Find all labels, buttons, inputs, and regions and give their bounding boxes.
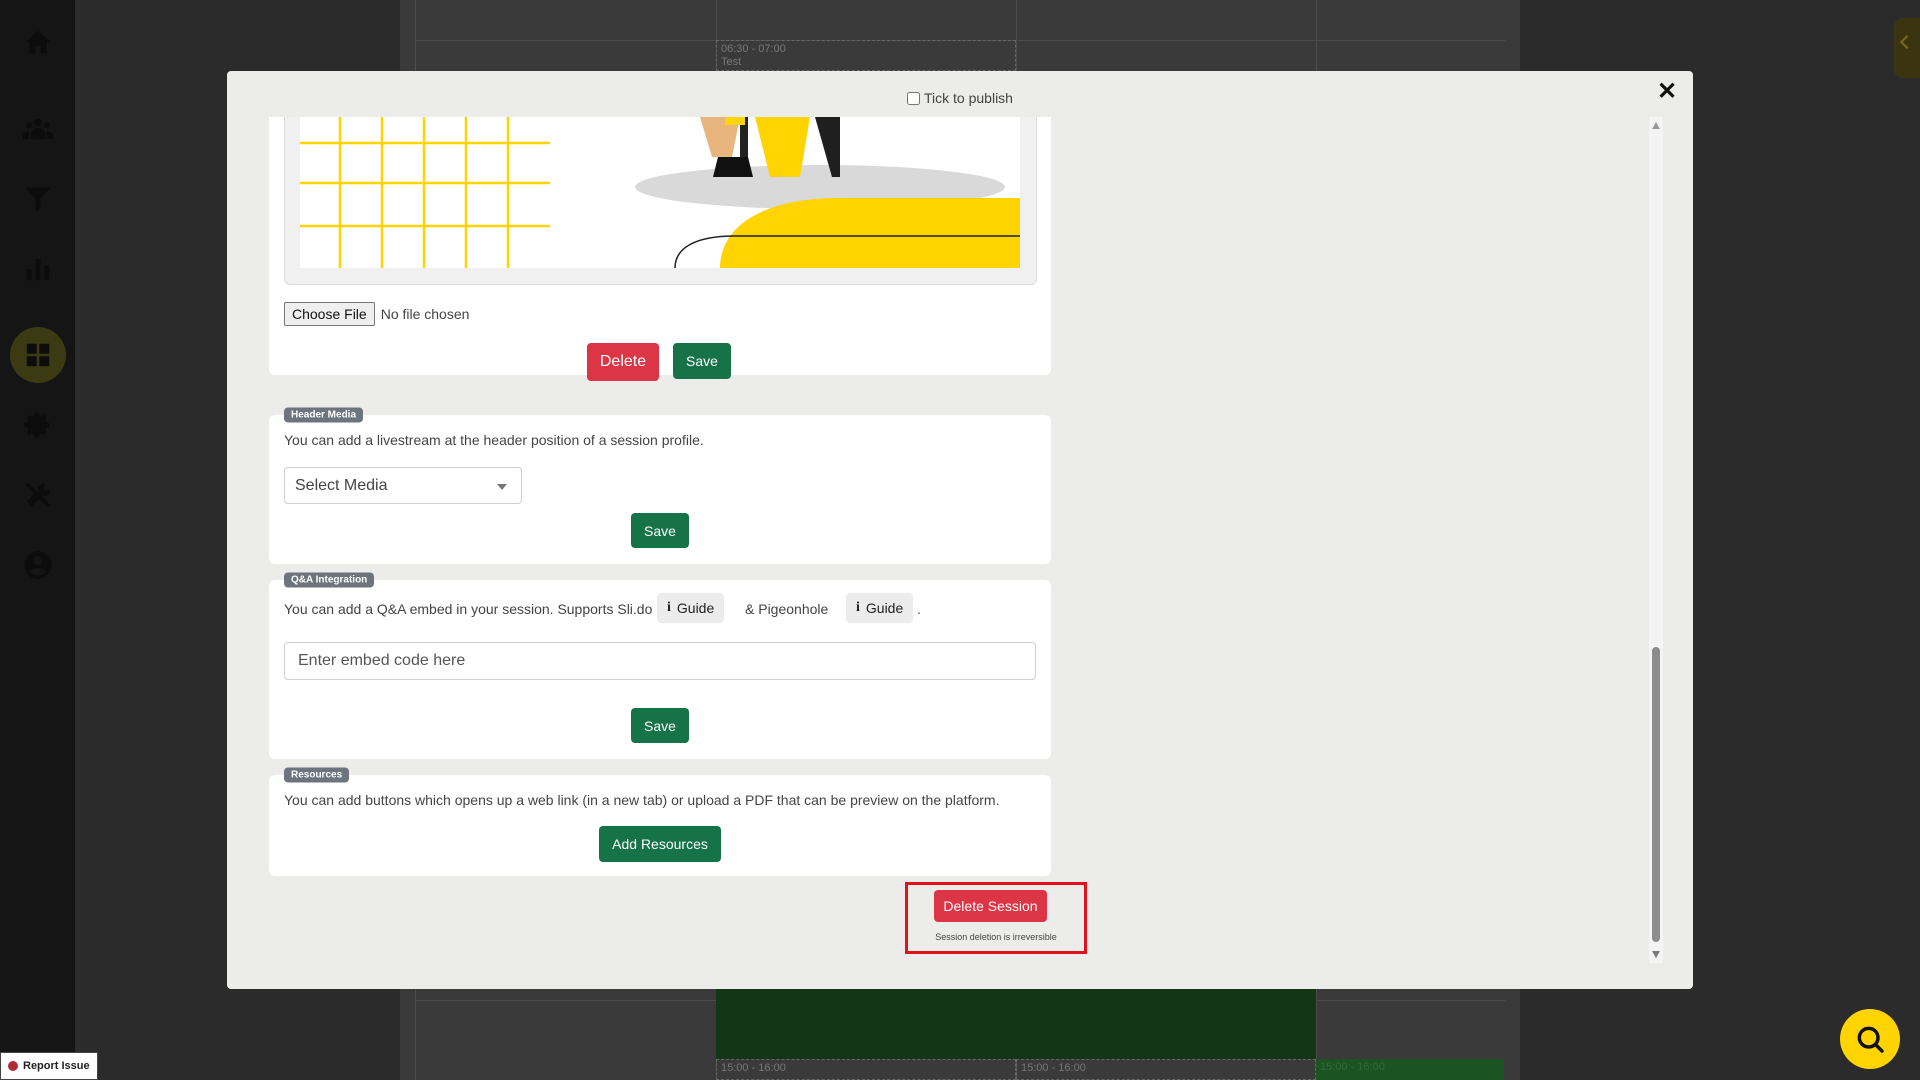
resources-help: You can add buttons which opens up a web… xyxy=(284,792,1000,808)
header-media-card: Header Media You can add a livestream at… xyxy=(269,407,1051,564)
chevron-left-icon xyxy=(1899,34,1915,50)
modal-scroll-area: Choose File No file chosen Delete Save H… xyxy=(269,117,1649,963)
event-time: 15:00 - 16:00 xyxy=(1320,1061,1385,1073)
scroll-up-arrow-icon[interactable] xyxy=(1652,122,1660,129)
dashboard-icon xyxy=(26,343,50,367)
gear-icon xyxy=(24,412,50,438)
modal-scrollbar[interactable] xyxy=(1649,117,1663,963)
nav-home[interactable] xyxy=(10,14,66,70)
choose-file-button[interactable]: Choose File xyxy=(284,302,375,326)
event-time: 15:00 - 16:00 xyxy=(1021,1062,1086,1074)
image-preview xyxy=(300,117,1020,268)
tools-icon xyxy=(25,482,51,508)
nav-account[interactable] xyxy=(10,537,66,593)
event-time: 06:30 - 07:00 xyxy=(721,43,786,55)
qa-help-suffix: . xyxy=(917,601,921,617)
nav-settings[interactable] xyxy=(10,397,66,453)
report-issue-button[interactable]: Report Issue xyxy=(0,1052,98,1080)
delete-image-button[interactable]: Delete xyxy=(587,343,659,381)
collapse-panel-tab[interactable] xyxy=(1894,18,1920,78)
search-icon xyxy=(1857,1026,1884,1053)
event-title: Test xyxy=(721,56,742,68)
file-upload-row: Choose File No file chosen xyxy=(284,302,469,326)
user-circle-icon xyxy=(24,551,52,579)
embed-code-input[interactable] xyxy=(284,642,1036,680)
delete-session-zone: Delete Session Session deletion is irrev… xyxy=(905,882,1087,954)
search-fab-button[interactable] xyxy=(1840,1009,1900,1069)
resources-badge: Resources xyxy=(284,767,350,783)
nav-filter[interactable] xyxy=(10,171,66,227)
illustration-image xyxy=(300,117,1020,268)
info-icon: i xyxy=(667,600,671,615)
home-icon xyxy=(25,30,51,54)
delete-session-button[interactable]: Delete Session xyxy=(934,890,1047,922)
scroll-down-arrow-icon[interactable] xyxy=(1652,951,1660,958)
publish-label: Tick to publish xyxy=(924,90,1013,106)
nav-tools[interactable] xyxy=(10,467,66,523)
nav-people[interactable] xyxy=(10,101,66,157)
funnel-icon xyxy=(25,187,51,212)
event-time: 15:00 - 16:00 xyxy=(721,1062,786,1074)
nav-dashboard[interactable] xyxy=(10,327,66,383)
calendar-event-block[interactable]: 15:00 - 16:00 xyxy=(1316,1059,1504,1080)
calendar-event[interactable]: 06:30 - 07:00 Test xyxy=(716,40,1016,71)
calendar-event[interactable]: 15:00 - 16:00 xyxy=(716,1059,1016,1080)
select-media-dropdown[interactable]: Select Media xyxy=(284,467,522,504)
report-issue-label: Report Issue xyxy=(23,1060,90,1072)
header-media-help: You can add a livestream at the header p… xyxy=(284,432,704,448)
users-icon xyxy=(23,119,53,139)
pigeonhole-guide-button[interactable]: i Guide xyxy=(846,593,914,623)
publish-checkbox[interactable] xyxy=(907,91,920,105)
slido-guide-button[interactable]: i Guide xyxy=(657,593,725,623)
qa-help-middle: & Pigeonhole xyxy=(745,601,829,617)
pigeonhole-guide-label: Guide xyxy=(865,600,904,616)
select-media-value: Select Media xyxy=(295,477,388,494)
publish-toggle[interactable]: Tick to publish xyxy=(907,90,1013,106)
sidebar xyxy=(0,0,75,1080)
qa-badge: Q&A Integration xyxy=(284,572,375,588)
qa-integration-card: Q&A Integration You can add a Q&A embed … xyxy=(269,572,1051,759)
add-resources-button[interactable]: Add Resources xyxy=(599,826,721,862)
image-card: Choose File No file chosen Delete Save xyxy=(269,117,1051,381)
nav-analytics[interactable] xyxy=(10,241,66,297)
session-modal: Tick to publish ✕ Choose File No file ch… xyxy=(227,71,1693,989)
scroll-thumb[interactable] xyxy=(1652,647,1660,942)
close-button[interactable]: ✕ xyxy=(1653,77,1681,105)
save-image-button[interactable]: Save xyxy=(673,343,731,379)
header-media-badge: Header Media xyxy=(284,407,364,423)
bar-chart-icon xyxy=(26,259,50,281)
caret-down-icon xyxy=(497,484,507,490)
delete-session-note: Session deletion is irreversible xyxy=(935,932,1057,942)
slido-guide-label: Guide xyxy=(676,600,715,616)
resources-card: Resources You can add buttons which open… xyxy=(269,767,1051,876)
image-preview-frame xyxy=(284,117,1037,285)
info-icon: i xyxy=(856,600,860,615)
qa-help-text: You can add a Q&A embed in your session.… xyxy=(284,601,653,617)
bug-icon xyxy=(8,1061,18,1071)
save-qa-button[interactable]: Save xyxy=(631,708,689,743)
no-file-text: No file chosen xyxy=(380,306,470,322)
save-header-media-button[interactable]: Save xyxy=(631,513,689,548)
calendar-event-block[interactable] xyxy=(716,989,1316,1059)
calendar-event[interactable]: 15:00 - 16:00 xyxy=(1016,1059,1316,1080)
